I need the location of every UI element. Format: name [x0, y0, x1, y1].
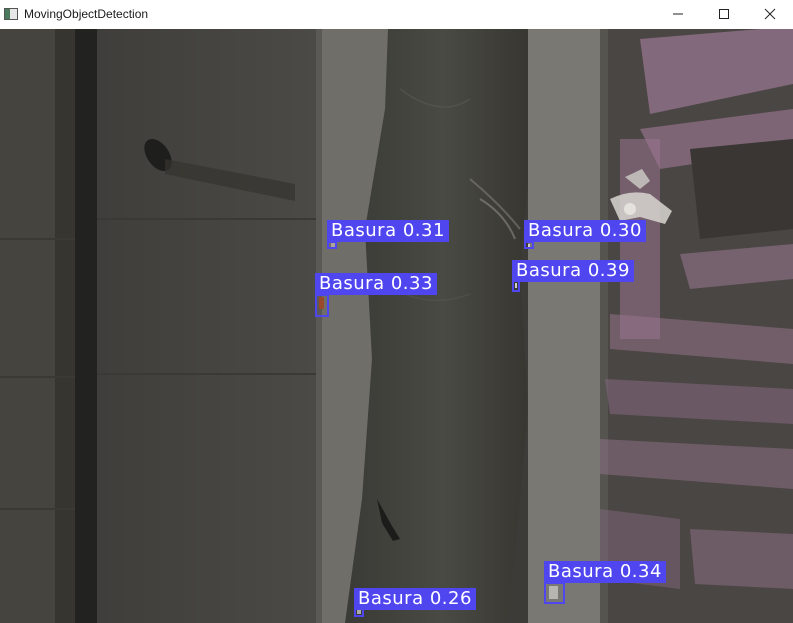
title-bar[interactable]: MovingObjectDetection — [0, 0, 793, 30]
maximize-icon — [719, 9, 729, 19]
maximize-button[interactable] — [701, 0, 747, 29]
close-button[interactable] — [747, 0, 793, 29]
detection-label: Basura 0.33 — [315, 273, 437, 295]
app-window: MovingObjectDetection Basura 0.31 Basura… — [0, 0, 793, 623]
window-title: MovingObjectDetection — [24, 7, 149, 21]
video-frame: Basura 0.31 Basura 0.30 Basura 0.33 Basu… — [0, 29, 793, 623]
detection-label: Basura 0.31 — [327, 220, 449, 242]
detection-box — [524, 241, 534, 249]
detection-label: Basura 0.39 — [512, 260, 634, 282]
detection-label: Basura 0.34 — [544, 561, 666, 583]
close-icon — [764, 8, 776, 20]
detection-label: Basura 0.30 — [524, 220, 646, 242]
detection-box — [315, 294, 329, 317]
minimize-button[interactable] — [655, 0, 701, 29]
detection-box — [544, 582, 565, 604]
app-icon — [4, 8, 18, 20]
detection-label: Basura 0.26 — [354, 588, 476, 610]
aerial-channel-image — [0, 29, 793, 623]
detection-box — [327, 241, 337, 249]
minimize-icon — [673, 13, 683, 15]
